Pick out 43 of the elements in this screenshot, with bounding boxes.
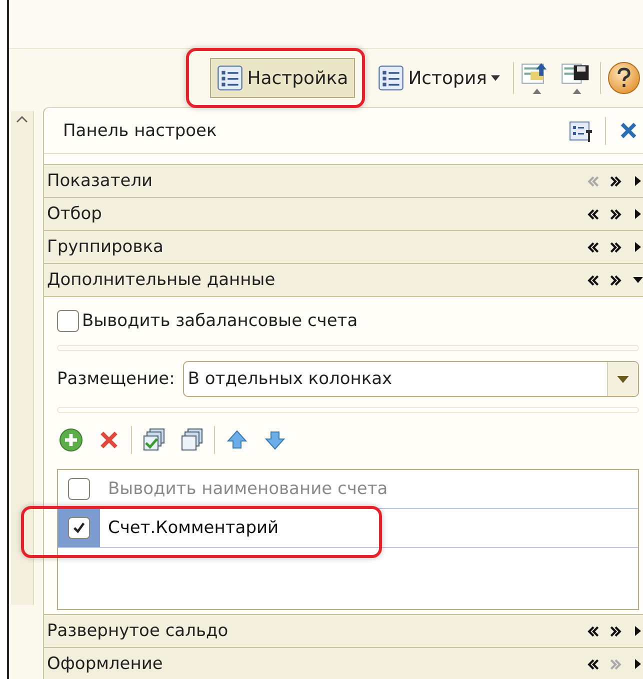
list-icon: [217, 65, 244, 91]
add-icon[interactable]: [59, 428, 83, 452]
list-icon: [378, 65, 404, 91]
move-up-icon[interactable]: [587, 274, 600, 286]
expand-icon[interactable]: [633, 209, 643, 219]
move-up-icon[interactable]: [587, 242, 600, 252]
move-up-icon[interactable]: [587, 626, 600, 636]
section-header[interactable]: Отбор: [44, 197, 643, 230]
toolbar-button[interactable]: История: [371, 58, 507, 98]
uncheck-all-icon[interactable]: [180, 428, 204, 452]
move-down-icon[interactable]: [609, 242, 622, 252]
panel-title: Панель настроек: [63, 120, 218, 140]
settings-icon[interactable]: [569, 118, 593, 142]
move-down-icon[interactable]: [609, 208, 622, 220]
checkbox[interactable]: [68, 478, 90, 500]
expand-icon[interactable]: [633, 626, 643, 636]
help-icon[interactable]: [607, 61, 641, 95]
caret-icon[interactable]: [617, 376, 629, 382]
expand-icon[interactable]: [633, 659, 643, 669]
close-icon[interactable]: [620, 122, 637, 139]
move-up-icon[interactable]: [587, 658, 600, 670]
list-row[interactable]: Счет.Комментарий: [58, 509, 638, 548]
placement-dropdown[interactable]: В отдельных колонках: [182, 361, 639, 397]
collapse-icon[interactable]: [633, 275, 643, 285]
checkbox[interactable]: [68, 517, 90, 539]
field-label: Размещение:: [57, 369, 175, 389]
scroll-up-icon[interactable]: [16, 115, 28, 123]
move-down-icon[interactable]: [609, 626, 622, 636]
expand-icon[interactable]: [633, 242, 643, 252]
section-header[interactable]: Показатели: [44, 164, 643, 197]
move-down-icon[interactable]: [609, 176, 622, 186]
section-header[interactable]: Оформление: [44, 647, 643, 679]
checkbox-label: Выводить забалансовые счета: [82, 311, 358, 331]
section-header[interactable]: Группировка: [44, 230, 643, 263]
section-header[interactable]: Развернутое сальдо: [44, 614, 643, 647]
section-header[interactable]: Дополнительные данные: [44, 263, 643, 296]
check-all-icon[interactable]: [142, 428, 166, 452]
toolbar-button[interactable]: Настройка: [210, 58, 356, 98]
move-up-icon[interactable]: [587, 208, 600, 220]
expand-icon[interactable]: [633, 176, 643, 186]
check-icon: [72, 521, 86, 535]
move-down-icon[interactable]: [609, 274, 622, 286]
checkbox[interactable]: [57, 310, 79, 332]
